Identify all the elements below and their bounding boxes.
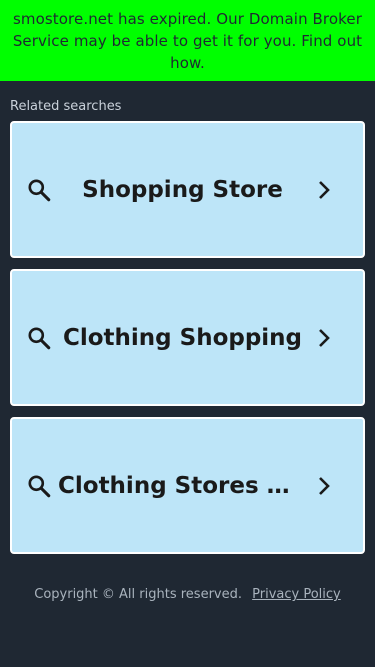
related-search-card-shopping-store[interactable]: Shopping Store (10, 121, 365, 258)
related-search-label: Shopping Store (82, 176, 283, 203)
related-search-label: Clothing Shopping (62, 324, 303, 351)
footer: Copyright © All rights reserved. Privacy… (0, 587, 375, 602)
chevron-right-icon (319, 328, 330, 347)
search-icon (28, 326, 51, 349)
banner-link[interactable]: smostore.net has expired. Our Domain Bro… (13, 10, 362, 72)
search-icon (28, 474, 51, 497)
chevron-right-icon (319, 476, 330, 495)
privacy-policy-link[interactable]: Privacy Policy (252, 587, 341, 602)
related-searches-heading: Related searches (10, 99, 122, 114)
copyright-text: Copyright © All rights reserved. (34, 587, 242, 602)
chevron-right-icon (319, 180, 330, 199)
related-search-label: Clothing Stores Near Me (58, 472, 307, 499)
domain-expired-banner[interactable]: smostore.net has expired. Our Domain Bro… (0, 0, 375, 81)
related-search-card-clothing-shopping[interactable]: Clothing Shopping (10, 269, 365, 406)
search-icon (28, 178, 51, 201)
related-search-card-clothing-stores-near-me[interactable]: Clothing Stores Near Me (10, 417, 365, 554)
